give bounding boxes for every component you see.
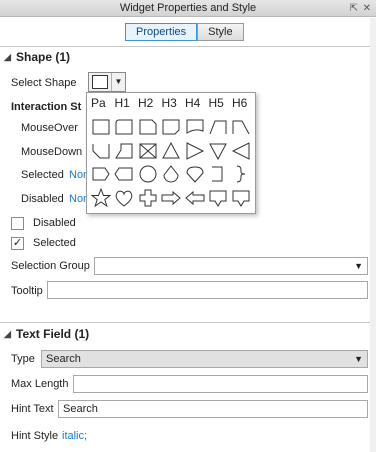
selection-group-select[interactable]: ▼: [94, 257, 368, 275]
ellipse-shape[interactable]: [137, 163, 159, 185]
window-titlebar: Widget Properties and Style ⇱ ✕: [0, 0, 376, 17]
heading-h5-option[interactable]: H5: [209, 96, 233, 110]
tab-properties[interactable]: Properties: [125, 23, 198, 41]
rectangle-preview-icon: [92, 75, 108, 89]
chevron-down-icon: ▼: [354, 354, 363, 364]
triangle-right-shape[interactable]: [184, 140, 206, 162]
heart-shape[interactable]: [113, 187, 135, 209]
hint-text-input[interactable]: Search: [58, 400, 368, 418]
collapse-icon: ◢: [4, 329, 11, 339]
heading-h6-option[interactable]: H6: [232, 96, 256, 110]
mouseover-label: MouseOver: [21, 122, 78, 134]
bracket-shape[interactable]: [207, 163, 229, 185]
heading-h2-option[interactable]: H2: [138, 96, 162, 110]
close-icon[interactable]: ✕: [363, 0, 371, 17]
heading-h4-option[interactable]: H4: [185, 96, 209, 110]
hint-style-link[interactable]: italic;: [62, 430, 87, 442]
collapse-icon: ◢: [4, 52, 11, 62]
scrollbar[interactable]: [370, 18, 376, 452]
max-length-input[interactable]: [73, 375, 368, 393]
heading-h1-option[interactable]: H1: [115, 96, 139, 110]
parallelogram-shape[interactable]: [113, 140, 135, 162]
trapezoid-shape[interactable]: [230, 116, 252, 138]
tab-bar: Properties Style: [125, 23, 244, 41]
notched-bottom-shape[interactable]: [90, 140, 112, 162]
chevron-down-icon: ▼: [354, 261, 363, 271]
selected-checkbox[interactable]: ✓: [11, 237, 24, 250]
mousedown-label: MouseDown: [21, 146, 83, 158]
heart-rounded-shape[interactable]: [184, 163, 206, 185]
type-select[interactable]: Search ▼: [41, 350, 368, 368]
selected-style-label: Selected: [21, 169, 64, 181]
max-length-label: Max Length: [11, 378, 69, 390]
triangle-down-shape[interactable]: [207, 140, 229, 162]
hint-style-label: Hint Style: [11, 430, 59, 442]
tooltip-label: Tooltip: [11, 285, 43, 297]
select-shape-label: Select Shape: [11, 77, 77, 89]
shape-picker-popup: Pa H1 H2 H3 H4 H5 H6: [86, 92, 256, 214]
rectangle-shape[interactable]: [90, 116, 112, 138]
window-title: Widget Properties and Style: [119, 2, 257, 14]
pentagon-shape[interactable]: [90, 163, 112, 185]
disabled-style-label: Disabled: [21, 193, 64, 205]
teardrop-shape[interactable]: [160, 163, 182, 185]
selection-group-label: Selection Group: [11, 260, 90, 272]
triangle-up-shape[interactable]: [160, 140, 182, 162]
interaction-styles-label: Interaction St: [11, 101, 82, 113]
cross-shape[interactable]: [137, 187, 159, 209]
chevron-down-icon: ▼: [111, 73, 125, 91]
text-field-section-title: Text Field (1): [16, 327, 90, 341]
disabled-checkbox[interactable]: [11, 217, 24, 230]
rect-wave-shape[interactable]: [184, 116, 206, 138]
shape-section-header[interactable]: ◢ Shape (1): [0, 47, 376, 67]
pin-icon[interactable]: ⇱: [350, 0, 358, 17]
arrow-left-shape[interactable]: [184, 187, 206, 209]
shape-section-title: Shape (1): [16, 50, 71, 64]
hexagon-shape[interactable]: [113, 163, 135, 185]
selected-checkbox-label: Selected: [33, 237, 76, 249]
trapezoid-right-shape[interactable]: [207, 116, 229, 138]
rounded-rect-shape[interactable]: [113, 116, 135, 138]
section-divider: [0, 322, 376, 323]
heading-h3-option[interactable]: H3: [162, 96, 186, 110]
heading-row: Pa H1 H2 H3 H4 H5 H6: [91, 96, 256, 110]
placeholder-shape[interactable]: [137, 140, 159, 162]
triangle-left-shape[interactable]: [230, 140, 252, 162]
hint-text-label: Hint Text: [11, 403, 54, 415]
select-shape-button[interactable]: ▼: [88, 72, 126, 92]
rect-corner-shape[interactable]: [160, 116, 182, 138]
heading-paragraph-option[interactable]: Pa: [91, 96, 115, 110]
disabled-checkbox-label: Disabled: [33, 217, 76, 229]
arrow-right-shape[interactable]: [160, 187, 182, 209]
tooltip-input[interactable]: [47, 281, 368, 299]
type-value: Search: [46, 353, 81, 365]
text-field-section-header[interactable]: ◢ Text Field (1): [0, 324, 376, 344]
callout-shape[interactable]: [207, 187, 229, 209]
type-label: Type: [11, 353, 35, 365]
star-shape[interactable]: [90, 187, 112, 209]
brace-shape[interactable]: [230, 163, 252, 185]
callout-down-shape[interactable]: [230, 187, 252, 209]
tab-style[interactable]: Style: [197, 23, 244, 41]
rect-tab-shape[interactable]: [137, 116, 159, 138]
